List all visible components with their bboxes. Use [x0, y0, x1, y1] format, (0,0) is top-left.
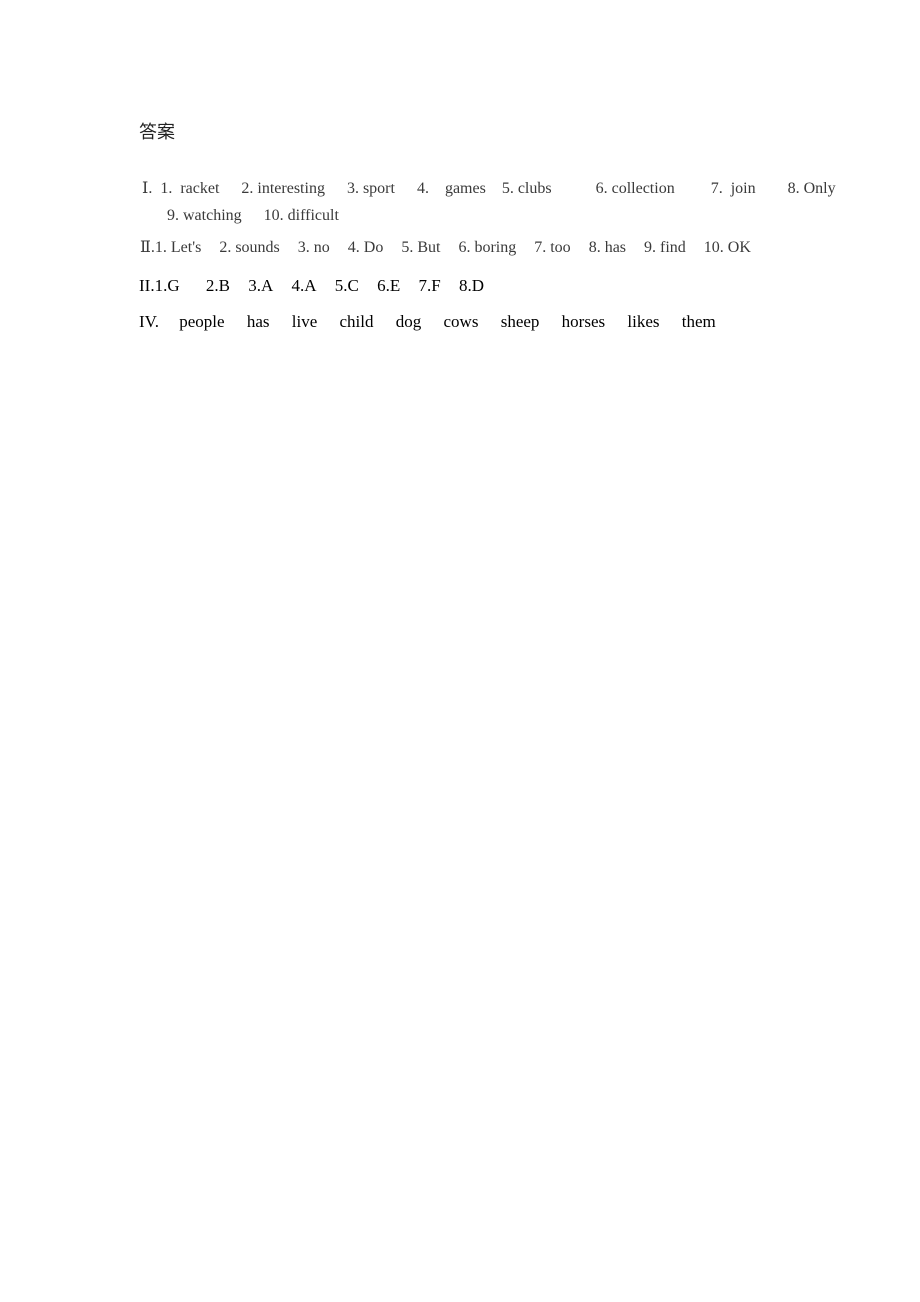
- answer-item: horses: [561, 312, 606, 331]
- answer-item: them: [681, 312, 716, 331]
- answer-item: 5. clubs: [501, 180, 552, 197]
- section-3-label: II.: [139, 276, 155, 295]
- answer-item: 8. Only: [787, 180, 836, 197]
- section-1-label: Ⅰ.: [142, 180, 153, 197]
- answer-item: 3. no: [297, 239, 330, 256]
- answer-item: 10. difficult: [263, 207, 339, 224]
- answer-item: 3. sport: [346, 180, 395, 197]
- answer-item: 4.A: [291, 276, 317, 295]
- section-2-label: Ⅱ.: [140, 239, 155, 256]
- section-3-line: II.1.G 2.B 3.A 4.A 5.C 6.E 7.F 8.D: [139, 276, 484, 296]
- section-4-line: IV. people has live child dog cows sheep…: [139, 312, 716, 332]
- answer-item: 6.E: [377, 276, 401, 295]
- answer-item: 10. OK: [703, 239, 751, 256]
- answer-item: 8.D: [458, 276, 484, 295]
- section-1-line-2: 9. watching 10. difficult: [135, 207, 339, 225]
- answer-item: 1. racket: [160, 180, 220, 197]
- page-title: 答案: [139, 122, 175, 143]
- answer-item: 6. collection: [595, 180, 675, 197]
- answer-item: 7.F: [418, 276, 441, 295]
- answer-item: 4. Do: [347, 239, 384, 256]
- answer-item: 5.C: [334, 276, 359, 295]
- answer-item: has: [246, 312, 270, 331]
- answer-item: dog: [395, 312, 422, 331]
- answer-item: 7. too: [534, 239, 571, 256]
- answer-item: 5. But: [401, 239, 441, 256]
- answer-item: 9. find: [644, 239, 686, 256]
- answer-item: 9. watching: [167, 207, 242, 224]
- answer-item: child: [339, 312, 374, 331]
- answer-item: sheep: [500, 312, 540, 331]
- answer-item: live: [291, 312, 318, 331]
- answer-item: cows: [443, 312, 479, 331]
- answer-item: 7. join: [710, 180, 756, 197]
- answer-item: people: [179, 312, 225, 331]
- answer-item: 4. games: [416, 180, 486, 197]
- answer-item: 8. has: [588, 239, 627, 256]
- answer-item: 3.A: [248, 276, 274, 295]
- section-2-line: Ⅱ.1. Let's 2. sounds 3. no 4. Do 5. But …: [140, 237, 751, 257]
- answer-item: likes: [627, 312, 660, 331]
- answer-item: 2. sounds: [219, 239, 280, 256]
- answer-item: 2. interesting: [241, 180, 325, 197]
- section-4-label: IV.: [139, 312, 159, 331]
- answer-item: 1. Let's: [154, 239, 202, 256]
- section-1-line-1: Ⅰ. 1. racket 2. interesting 3. sport 4. …: [142, 178, 836, 198]
- answer-item: 2.B: [205, 276, 230, 295]
- answer-item: 1.G: [154, 276, 180, 295]
- answer-item: 6. boring: [458, 239, 517, 256]
